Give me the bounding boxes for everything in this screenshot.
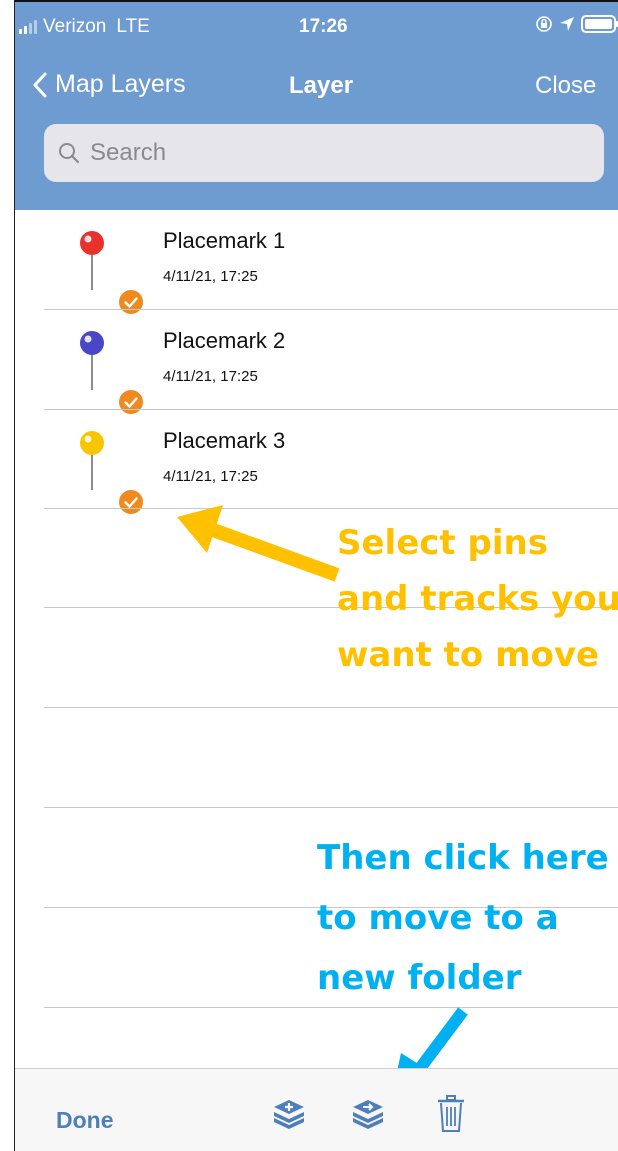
placemark-timestamp: 4/11/21, 17:25 [163, 368, 258, 385]
network-type: LTE [116, 16, 150, 37]
placemark-row[interactable]: Placemark 3 4/11/21, 17:25 [15, 410, 618, 514]
bottom-toolbar: Done [15, 1068, 618, 1151]
status-icons [535, 14, 618, 34]
placemark-title: Placemark 3 [163, 428, 286, 453]
placemark-row[interactable]: Placemark 1 4/11/21, 17:25 [15, 210, 618, 314]
close-button[interactable]: Close [535, 72, 596, 100]
move-to-layer-icon[interactable] [350, 1099, 386, 1133]
annotation-arrow-yellow [177, 505, 340, 582]
status-time: 17:26 [299, 16, 348, 37]
annotation-line: Then click here [317, 838, 609, 878]
map-pin-icon [80, 331, 104, 390]
back-button[interactable]: Map Layers [33, 70, 186, 99]
carrier-info: Verizon LTE [19, 16, 150, 38]
checkmark-selected-icon[interactable] [119, 490, 143, 514]
placemark-title: Placemark 1 [163, 228, 286, 253]
annotation-line: want to move [337, 635, 600, 675]
map-pin-icon [80, 231, 104, 290]
chevron-left-icon [33, 72, 47, 97]
top-edge [15, 0, 618, 2]
signal-icon [19, 20, 37, 34]
row-divider [44, 807, 618, 808]
app-frame: Verizon LTE 17:26 Map Layers Layer Close [14, 0, 618, 1151]
map-pin-icon [80, 431, 104, 490]
search-input[interactable] [88, 138, 572, 168]
location-icon [560, 17, 574, 31]
page-title: Layer [289, 72, 354, 99]
annotation-line: and tracks you [337, 579, 618, 619]
search-bar[interactable] [44, 124, 604, 182]
battery-icon [581, 15, 618, 33]
carrier-name: Verizon [43, 16, 107, 37]
row-divider [44, 508, 618, 509]
row-divider [44, 707, 618, 708]
placemark-title: Placemark 2 [163, 328, 286, 353]
search-icon [59, 143, 80, 164]
annotation-line: Select pins [337, 523, 548, 563]
trash-icon[interactable] [437, 1095, 465, 1133]
annotation-line: new folder [317, 958, 522, 998]
placemark-timestamp: 4/11/21, 17:25 [163, 468, 258, 485]
add-layer-icon[interactable] [271, 1099, 307, 1133]
done-button[interactable]: Done [56, 1107, 114, 1134]
orientation-lock-icon [536, 16, 552, 32]
annotation-select-pins: Select pins and tracks you want to move [337, 515, 618, 683]
placemark-row[interactable]: Placemark 2 4/11/21, 17:25 [15, 310, 618, 414]
placemark-timestamp: 4/11/21, 17:25 [163, 268, 258, 285]
annotation-line: to move to a [317, 898, 559, 938]
back-label: Map Layers [55, 70, 186, 98]
navigation-bar: Map Layers Layer Close [15, 62, 618, 106]
annotation-move-folder: Then click here to move to a new folder [317, 828, 609, 1008]
